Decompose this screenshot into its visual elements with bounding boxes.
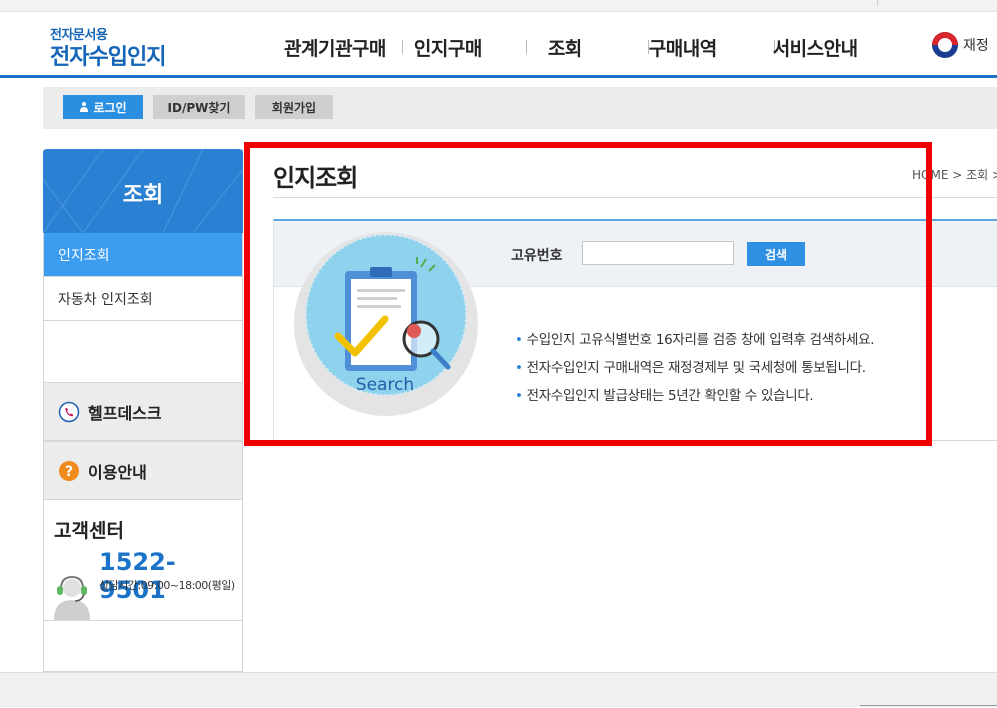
note-text: 전자수입인지 발급상태는 5년간 확인할 수 있습니다. — [526, 388, 814, 404]
ministry-logo[interactable]: 재정 — [932, 32, 989, 58]
title-divider — [273, 197, 997, 198]
top-utility-strip — [0, 0, 997, 12]
login-button[interactable]: 로그인 — [63, 95, 143, 119]
customer-center-phone: 1522-9501 — [99, 548, 176, 604]
logo-title[interactable]: 전자수입인지 — [50, 39, 166, 71]
nav-service-info[interactable]: 서비스안내 — [773, 34, 858, 60]
question-icon: ? — [59, 460, 79, 481]
footer-bar — [0, 672, 997, 707]
note-item: • 전자수입인지 구매내역은 재정경제부 및 국세청에 통보됩니다. — [515, 356, 874, 376]
note-item: • 전자수입인지 발급상태는 5년간 확인할 수 있습니다. — [515, 384, 874, 404]
illustration-label: Search — [356, 375, 414, 395]
nav-institution-purchase[interactable]: 관계기관구매 — [284, 34, 386, 60]
sidebar-divider — [44, 620, 242, 621]
customer-center-hours: 상담시간:09:00~18:00(평일) — [99, 579, 235, 592]
sidebar: 조회 인지조회 자동차 인지조회 헬프데스크 ? 이용안내 고객센터 1522-… — [43, 149, 243, 672]
utility-links — [877, 0, 997, 6]
guide-link[interactable]: ? 이용안내 — [44, 441, 242, 500]
nav-divider — [402, 40, 403, 54]
stamp-search-panel: Search 고유번호 검색 • 수입인지 고유식별번호 16자리를 검증 창에 … — [273, 219, 997, 441]
note-item: • 수입인지 고유식별번호 16자리를 검증 창에 입력후 검색하세요. — [515, 328, 875, 348]
search-illustration-icon: Search — [294, 232, 478, 416]
guide-label: 이용안내 — [88, 462, 147, 482]
helpdesk-link[interactable]: 헬프데스크 — [44, 382, 242, 441]
note-text: 수입인지 고유식별번호 16자리를 검증 창에 입력후 검색하세요. — [526, 332, 875, 348]
bullet-icon: • — [515, 332, 523, 348]
search-notes: • 수입인지 고유식별번호 16자리를 검증 창에 입력후 검색하세요. • 전자수… — [515, 328, 875, 412]
sidebar-header: 조회 — [43, 149, 243, 233]
customer-center-title: 고객센터 — [54, 520, 124, 542]
find-id-pw-button[interactable]: ID/PW찾기 — [153, 95, 245, 119]
nav-inquiry[interactable]: 조회 — [548, 34, 582, 60]
unique-number-label: 고유번호 — [511, 248, 563, 264]
nav-stamp-purchase[interactable]: 인지구매 — [414, 34, 482, 60]
sidebar-title: 조회 — [122, 183, 164, 208]
person-icon — [79, 102, 89, 112]
helpdesk-label: 헬프데스크 — [88, 403, 162, 423]
sidebar-item-car-stamp-inquiry[interactable]: 자동차 인지조회 — [44, 277, 242, 321]
bullet-icon: • — [515, 388, 523, 404]
unique-number-input[interactable] — [582, 241, 734, 265]
sidebar-item-stamp-inquiry[interactable]: 인지조회 — [44, 233, 242, 277]
search-button[interactable]: 검색 — [747, 242, 805, 266]
login-bar: 로그인 ID/PW찾기 회원가입 — [43, 87, 997, 129]
taegeuk-emblem-icon — [932, 32, 958, 58]
note-text: 전자수입인지 구매내역은 재정경제부 및 국세청에 통보됩니다. — [526, 360, 866, 376]
nav-divider — [526, 40, 527, 54]
nav-purchase-history[interactable]: 구매내역 — [649, 34, 717, 60]
bullet-icon: • — [515, 360, 523, 376]
call-agent-icon — [54, 575, 90, 620]
login-label: 로그인 — [93, 100, 127, 115]
svg-text:?: ? — [65, 464, 73, 480]
main-nav: 관계기관구매 인지구매 조회 구매내역 서비스안내 — [270, 34, 858, 60]
phone-icon — [58, 401, 80, 422]
ministry-name: 재정 — [963, 38, 989, 54]
site-header: 전자문서용 전자수입인지 관계기관구매 인지구매 조회 구매내역 서비스안내 재… — [0, 12, 997, 78]
breadcrumb: HOME > 조회 > — [912, 168, 997, 182]
page-title: 인지조회 — [273, 164, 358, 192]
signup-button[interactable]: 회원가입 — [255, 95, 333, 119]
